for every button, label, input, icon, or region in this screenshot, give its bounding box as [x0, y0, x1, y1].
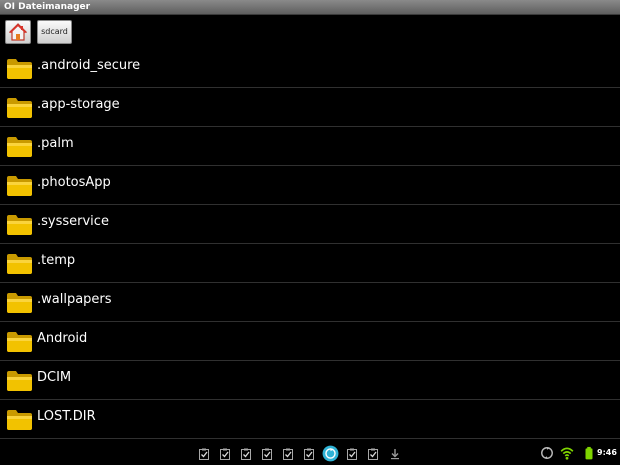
folder-icon — [7, 59, 32, 79]
clipboard-check-icon[interactable] — [198, 448, 210, 460]
file-name: DCIM — [37, 370, 72, 385]
file-list-item[interactable]: Android — [0, 322, 620, 361]
home-icon — [9, 23, 27, 41]
clipboard-check-icon[interactable] — [219, 448, 231, 460]
file-list-item[interactable]: .app-storage — [0, 88, 620, 127]
folder-icon — [7, 293, 32, 313]
file-list: .android_secure .app-storage .palm .photosA… — [0, 49, 620, 439]
file-list-item[interactable]: .wallpapers — [0, 283, 620, 322]
toolbar: sdcard — [0, 15, 620, 49]
file-name: LOST.DIR — [37, 409, 96, 424]
folder-icon — [7, 410, 32, 430]
file-name: .app-storage — [37, 97, 120, 112]
wifi-icon — [560, 447, 574, 460]
folder-icon — [7, 332, 32, 352]
clipboard-check-icon[interactable] — [303, 448, 315, 460]
breadcrumb-sdcard-button[interactable]: sdcard — [37, 20, 72, 44]
download-icon[interactable] — [389, 448, 401, 460]
file-list-item[interactable]: DCIM — [0, 361, 620, 400]
file-list-item[interactable]: LOST.DIR — [0, 400, 620, 439]
folder-icon — [7, 254, 32, 274]
file-name: .sysservice — [37, 214, 109, 229]
file-name: .android_secure — [37, 58, 141, 73]
folder-icon — [7, 137, 32, 157]
home-button[interactable] — [5, 20, 31, 44]
window-title: OI Dateimanager — [4, 2, 91, 12]
file-name: .palm — [37, 136, 74, 151]
clock: 9:46 — [597, 448, 617, 457]
file-list-item[interactable]: .sysservice — [0, 205, 620, 244]
folder-icon — [7, 98, 32, 118]
file-list-item[interactable]: .palm — [0, 127, 620, 166]
system-status-bar: 9:46 — [0, 441, 620, 465]
file-list-item[interactable]: .android_secure — [0, 49, 620, 88]
file-name: Android — [37, 331, 88, 346]
file-name: .wallpapers — [37, 292, 112, 307]
file-name: .temp — [37, 253, 76, 268]
clipboard-check-icon[interactable] — [282, 448, 294, 460]
file-list-item[interactable]: .photosApp — [0, 166, 620, 205]
battery-icon — [585, 446, 593, 460]
file-manager-app: OI Dateimanager sdcard .android_secure .a… — [0, 0, 620, 465]
sync-status-icon — [541, 446, 553, 460]
clipboard-check-icon[interactable] — [346, 448, 358, 460]
folder-icon — [7, 176, 32, 196]
folder-icon — [7, 371, 32, 391]
sync-icon[interactable] — [322, 445, 339, 462]
file-name: .photosApp — [37, 175, 111, 190]
clipboard-check-icon[interactable] — [240, 448, 252, 460]
folder-icon — [7, 215, 32, 235]
title-bar: OI Dateimanager — [0, 0, 620, 15]
clipboard-check-icon[interactable] — [367, 448, 379, 460]
file-list-item[interactable]: .temp — [0, 244, 620, 283]
clipboard-check-icon[interactable] — [261, 448, 273, 460]
